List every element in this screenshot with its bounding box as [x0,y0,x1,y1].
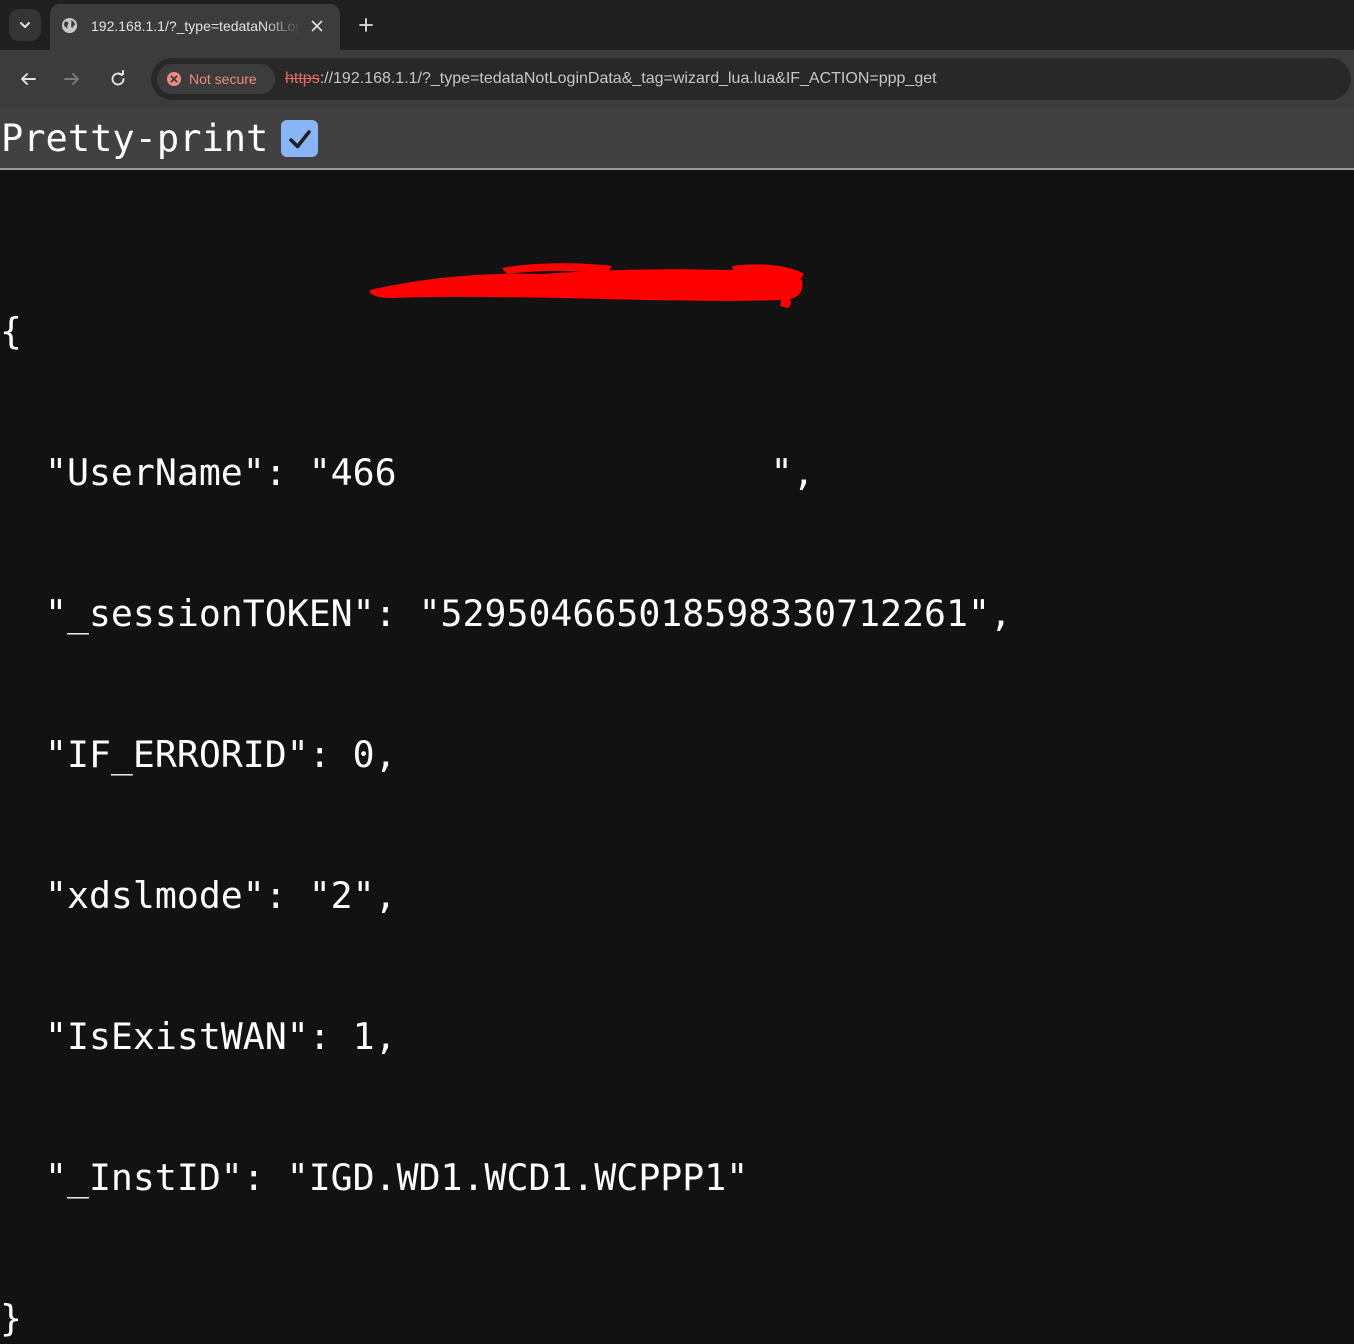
json-line-is-exist-wan: "IsExistWAN": 1, [0,1013,1354,1060]
json-session-token: "_sessionTOKEN": "5295046650185983307122… [45,592,1012,635]
warning-icon [167,72,181,86]
not-secure-label: Not secure [189,71,257,87]
json-line-inst-id: "_InstID": "IGD.WD1.WCD1.WCPPP1" [0,1154,1354,1201]
plus-icon [359,18,373,32]
json-username-tail: ", [770,451,815,494]
json-line-error-id: "IF_ERRORID": 0, [0,731,1354,778]
chevron-down-icon [20,22,30,28]
tab-strip: 192.168.1.1/?_type=tedataNotLoginData&_t… [0,0,1354,50]
json-is-exist-wan: "IsExistWAN": 1, [45,1015,397,1058]
close-icon [311,20,323,32]
pretty-print-checkbox[interactable] [281,120,318,157]
reload-button[interactable] [103,64,133,94]
json-xdslmode: "xdslmode": "2", [45,874,397,917]
url-scheme: https [285,70,320,87]
json-open-brace: { [0,310,22,353]
json-line-xdslmode: "xdslmode": "2", [0,872,1354,919]
arrow-right-icon [64,73,79,85]
url-rest: ://192.168.1.1/?_type=tedataNotLoginData… [319,70,937,87]
new-tab-button[interactable] [353,12,379,38]
json-username-head: "UserName": "466 [45,451,397,494]
reload-icon [111,70,125,86]
browser-toolbar: Not secure https://192.168.1.1/?_type=te… [0,50,1354,108]
checkmark-icon [288,129,311,148]
redaction-scribble [369,263,804,308]
pretty-print-bar: Pretty-print [0,108,1354,170]
url-text[interactable]: https://192.168.1.1/?_type=tedataNotLogi… [285,69,937,89]
tab-title: 192.168.1.1/?_type=tedataNotLoginData&_t… [91,18,301,34]
json-line-session-token: "_sessionTOKEN": "5295046650185983307122… [0,590,1354,637]
tab-search-button[interactable] [9,9,41,41]
json-body: { "UserName": "466 ", "_sessionTOKEN": "5… [0,214,1354,1344]
json-close-brace: } [0,1297,22,1340]
active-tab[interactable]: 192.168.1.1/?_type=tedataNotLoginData&_t… [50,4,340,50]
address-bar[interactable]: Not secure https://192.168.1.1/?_type=te… [151,58,1351,100]
json-inst-id: "_InstID": "IGD.WD1.WCD1.WCPPP1" [45,1156,749,1199]
back-button[interactable] [13,64,43,94]
globe-icon [61,17,78,34]
not-secure-chip[interactable]: Not secure [157,64,275,94]
tab-close-button[interactable] [307,16,327,36]
arrow-left-icon [21,73,36,85]
json-line-username: "UserName": "466 ", [0,449,1354,496]
json-error-id: "IF_ERRORID": 0, [45,733,397,776]
forward-button[interactable] [57,64,87,94]
pretty-print-label: Pretty-print [1,117,269,160]
